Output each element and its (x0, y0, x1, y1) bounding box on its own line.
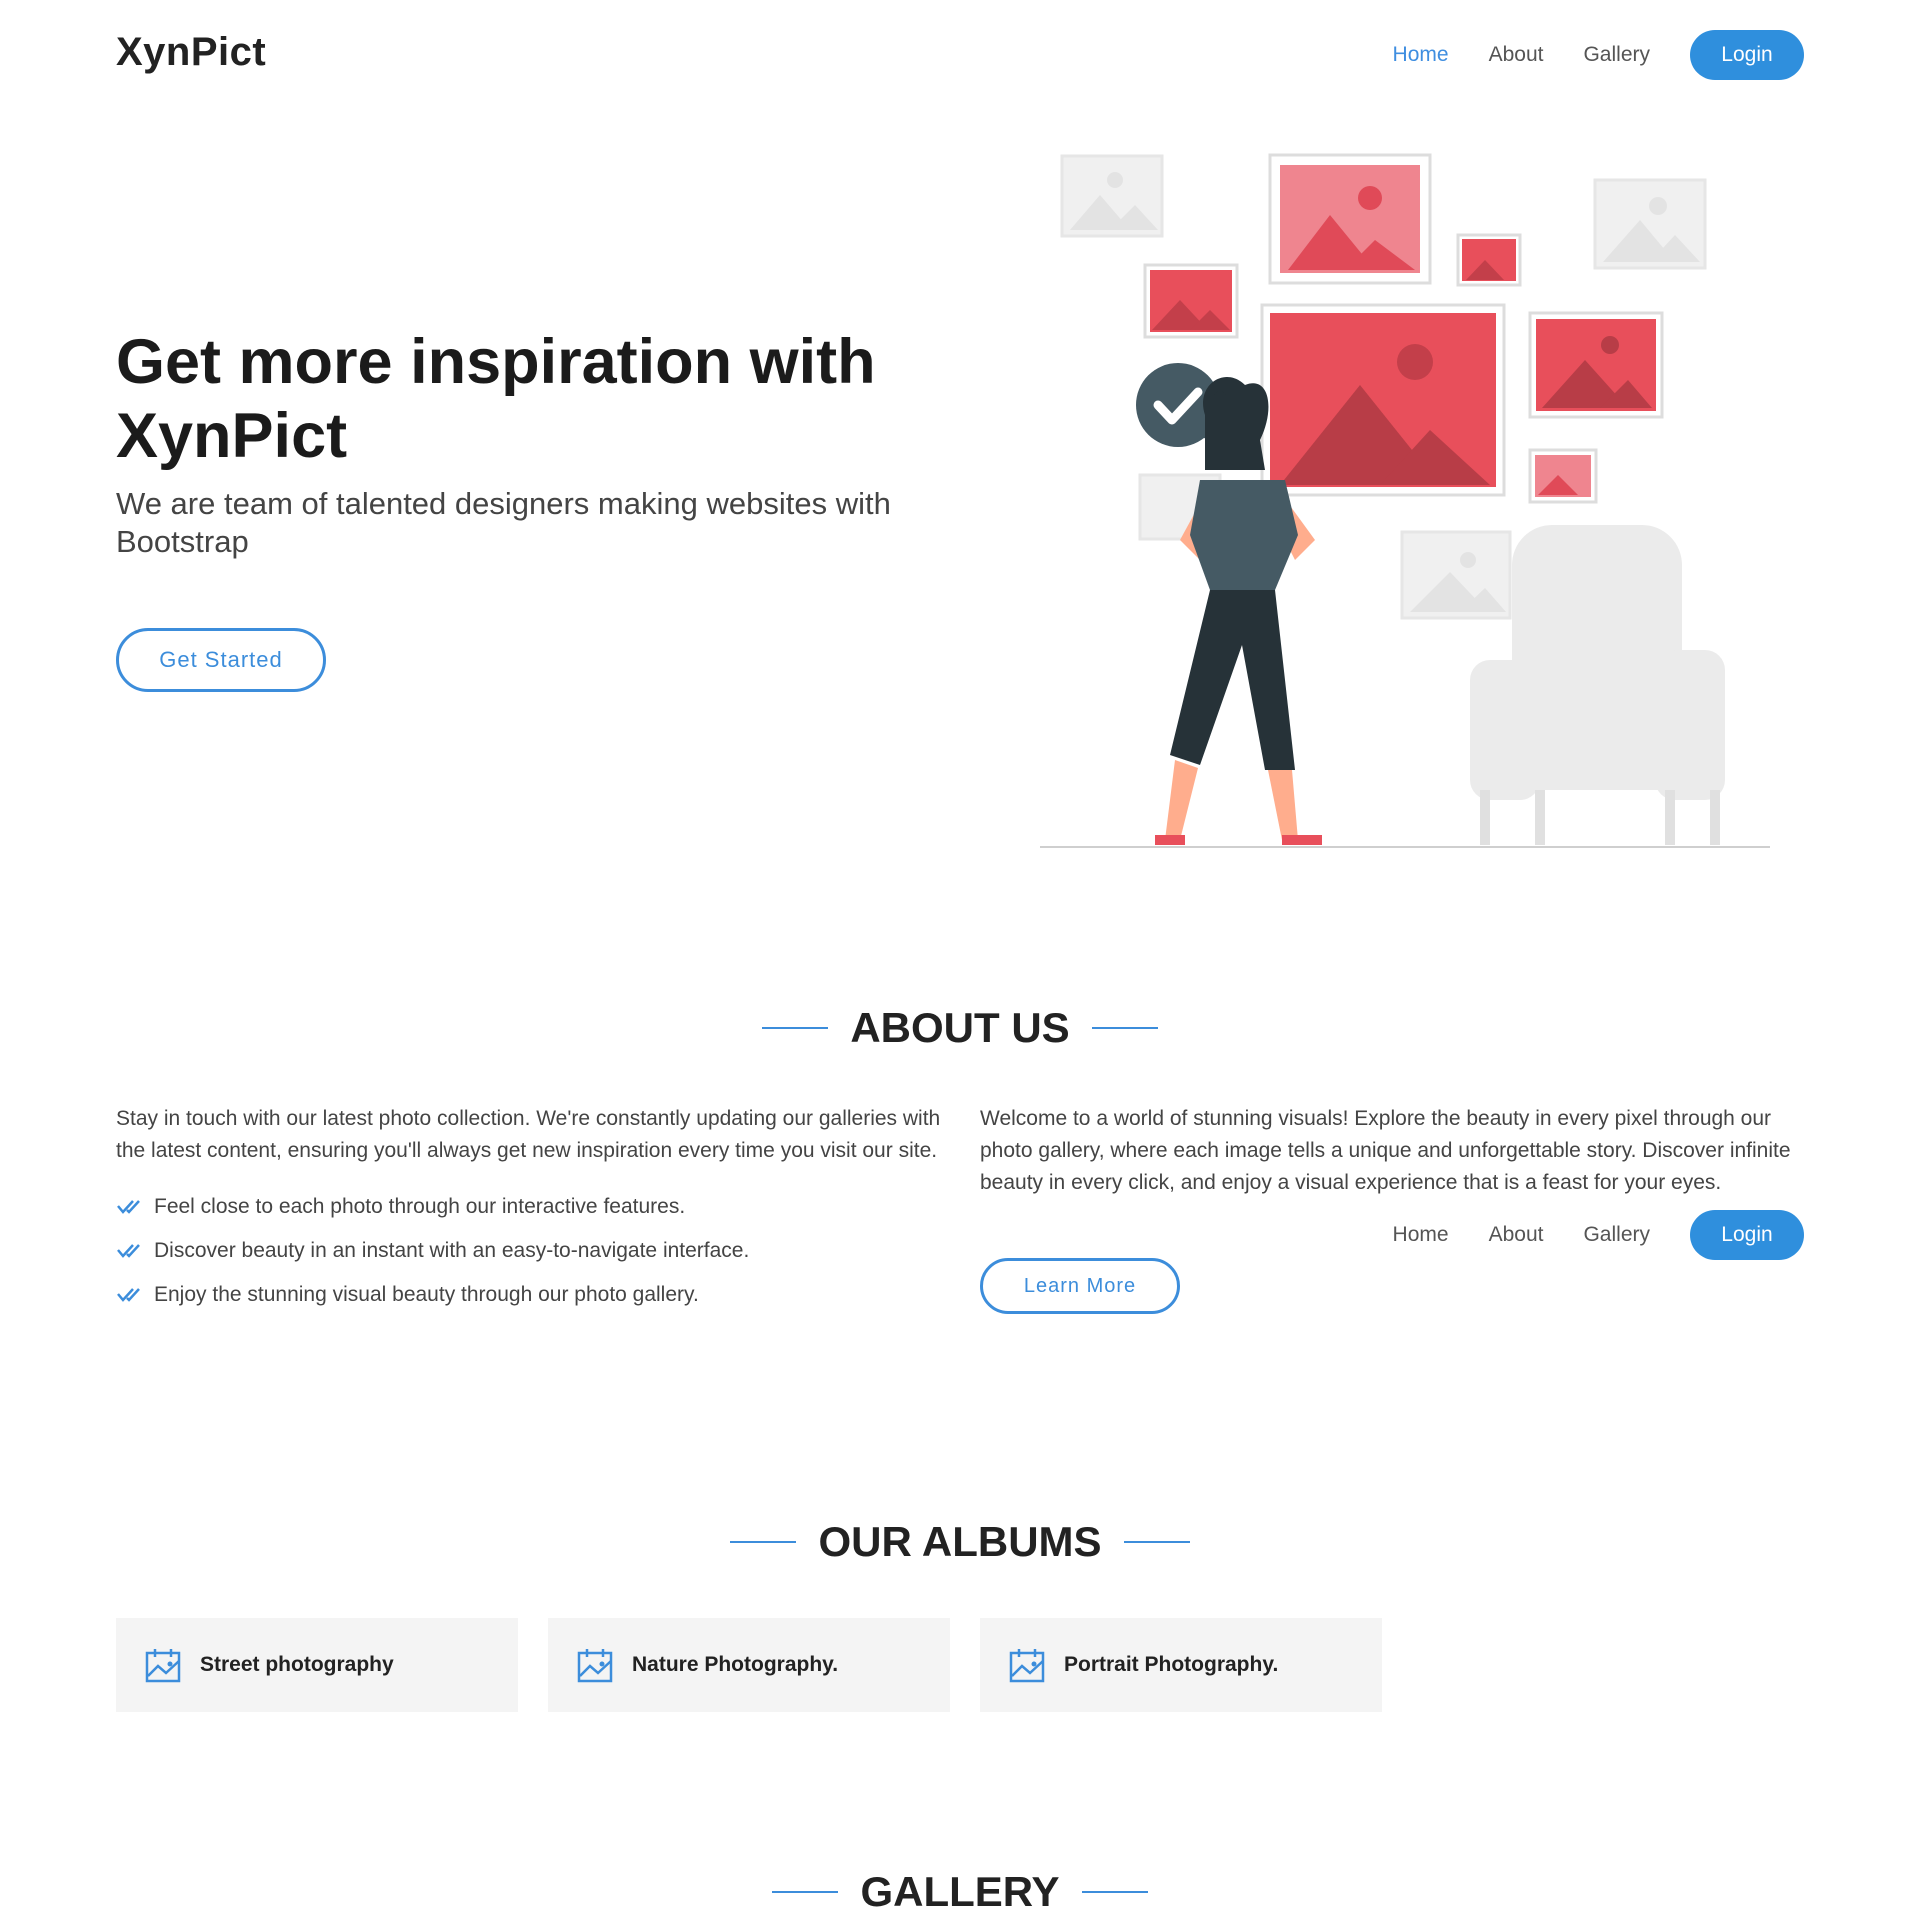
albums-title: OUR ALBUMS (818, 1518, 1102, 1565)
about-right-column: Welcome to a world of stunning visuals! … (980, 1103, 1810, 1199)
nav-home-link[interactable]: Home (1393, 1223, 1449, 1247)
album-card-portrait[interactable]: Portrait Photography. (980, 1618, 1382, 1712)
gallery-title: GALLERY (860, 1868, 1060, 1915)
list-item: Feel close to each photo through our int… (116, 1185, 956, 1229)
heading-line-right (1081, 1891, 1148, 1893)
album-label: Portrait Photography. (1064, 1653, 1279, 1676)
feature-text: Enjoy the stunning visual beauty through… (154, 1283, 699, 1306)
double-check-icon (117, 1288, 140, 1302)
nav-gallery-link[interactable]: Gallery (1583, 43, 1650, 67)
secondary-nav: Home About Gallery Login (1393, 1210, 1804, 1260)
feature-text: Discover beauty in an instant with an ea… (154, 1239, 750, 1262)
hero-title: Get more inspiration with XynPict (116, 327, 876, 471)
about-right-text: Welcome to a world of stunning visuals! … (980, 1107, 1791, 1194)
feature-list: Feel close to each photo through our int… (116, 1185, 956, 1317)
heading-line-right (1091, 1027, 1158, 1029)
image-calendar-icon (1009, 1649, 1045, 1683)
double-check-icon (117, 1200, 140, 1214)
about-left-text: Stay in touch with our latest photo coll… (116, 1107, 941, 1162)
list-item: Enjoy the stunning visual beauty through… (116, 1273, 956, 1317)
image-calendar-icon (577, 1649, 613, 1683)
list-item: Discover beauty in an instant with an ea… (116, 1229, 956, 1273)
site-logo[interactable]: XynPict (116, 30, 266, 75)
learn-more-button[interactable]: Learn More (980, 1258, 1180, 1314)
heading-line-left (772, 1891, 839, 1893)
login-button[interactable]: Login (1690, 1210, 1804, 1260)
gallery-heading: GALLERY (0, 1868, 1920, 1916)
feature-text: Feel close to each photo through our int… (154, 1195, 686, 1218)
about-left-column: Stay in touch with our latest photo coll… (116, 1103, 956, 1317)
hero-illustration (1040, 153, 1770, 848)
image-calendar-icon (145, 1649, 181, 1683)
double-check-icon (117, 1244, 140, 1258)
heading-line-left (762, 1027, 829, 1029)
nav-home-link[interactable]: Home (1393, 43, 1449, 67)
about-title: ABOUT US (850, 1004, 1070, 1051)
album-label: Street photography (200, 1653, 394, 1676)
login-button[interactable]: Login (1690, 30, 1804, 80)
main-nav: Home About Gallery Login (1393, 30, 1804, 80)
heading-line-right (1123, 1541, 1190, 1543)
get-started-button[interactable]: Get Started (116, 628, 326, 692)
nav-about-link[interactable]: About (1489, 1223, 1544, 1247)
heading-line-left (730, 1541, 797, 1543)
album-card-nature[interactable]: Nature Photography. (548, 1618, 950, 1712)
album-label: Nature Photography. (632, 1653, 839, 1676)
album-card-street[interactable]: Street photography (116, 1618, 518, 1712)
hero-subtitle: We are team of talented designers making… (116, 486, 891, 559)
albums-heading: OUR ALBUMS (0, 1518, 1920, 1566)
nav-about-link[interactable]: About (1489, 43, 1544, 67)
nav-gallery-link[interactable]: Gallery (1583, 1223, 1650, 1247)
about-heading: ABOUT US (0, 1004, 1920, 1052)
